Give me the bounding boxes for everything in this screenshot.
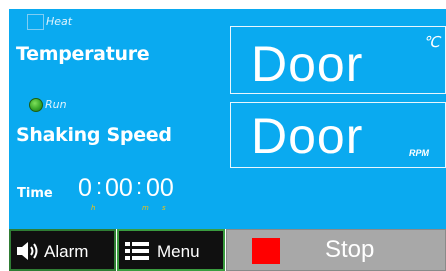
menu-button[interactable]: Menu — [117, 229, 225, 271]
time-hours: 0 — [78, 174, 92, 202]
time-separator-1: : — [96, 174, 103, 199]
time-label: Time — [17, 186, 53, 201]
shaking-speed-unit: RPM — [409, 148, 429, 158]
stop-icon — [252, 238, 280, 264]
alarm-button-label: Alarm — [44, 242, 89, 261]
control-screen: Heat Temperature Door ℃ Run Shaking Spee… — [0, 0, 446, 271]
menu-button-label: Menu — [157, 242, 200, 261]
heat-indicator — [27, 14, 44, 30]
list-menu-icon — [125, 240, 149, 266]
speaker-icon — [15, 240, 41, 266]
temperature-readout[interactable]: Door ℃ — [230, 26, 446, 94]
time-seconds-unit: s — [162, 204, 166, 212]
heat-label: Heat — [46, 15, 73, 28]
stop-button-label: Stop — [325, 236, 375, 263]
time-minutes-unit: m — [142, 204, 149, 212]
time-seconds: 00 — [146, 174, 174, 202]
shaking-speed-value: Door — [251, 108, 364, 164]
temperature-label: Temperature — [16, 43, 150, 65]
stop-button[interactable]: Stop — [226, 229, 446, 271]
run-label: Run — [45, 98, 67, 111]
temperature-unit: ℃ — [423, 34, 440, 51]
time-hours-unit: h — [91, 204, 96, 212]
time-separator-2: : — [136, 174, 143, 199]
shaking-speed-readout[interactable]: Door RPM — [230, 102, 446, 168]
temperature-value: Door — [251, 36, 364, 92]
run-indicator-led — [29, 98, 43, 112]
shaking-speed-label: Shaking Speed — [16, 124, 172, 146]
alarm-button[interactable]: Alarm — [9, 229, 116, 271]
time-minutes: 00 — [105, 174, 133, 202]
